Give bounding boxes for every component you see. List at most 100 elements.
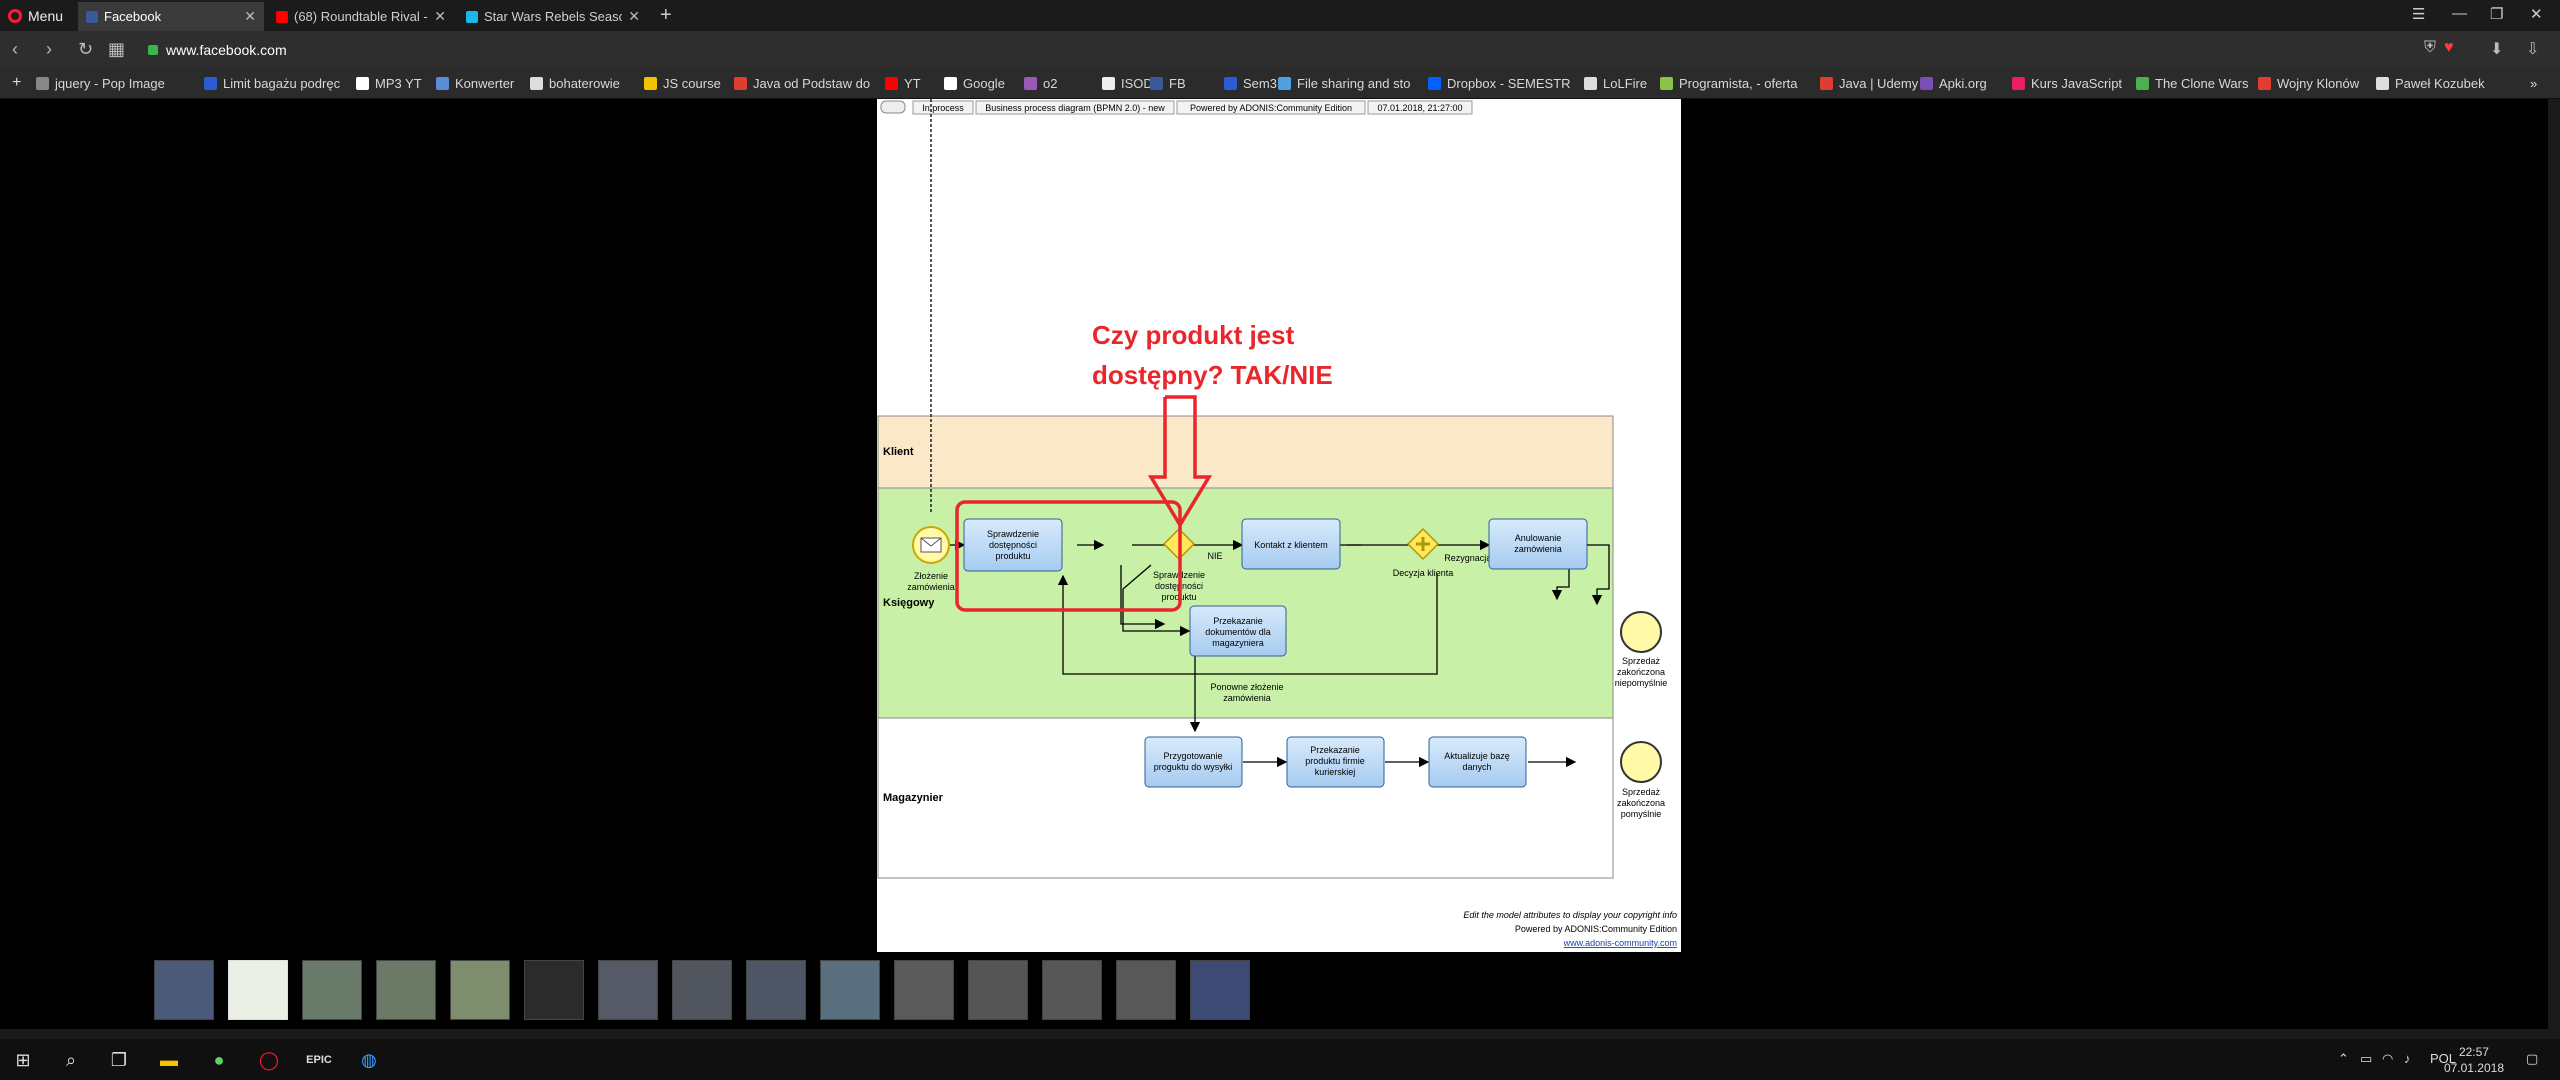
opera-menu-button[interactable]: Menu bbox=[8, 6, 63, 26]
bookmark-item[interactable]: jquery - Pop Image bbox=[36, 74, 165, 92]
new-tab-button[interactable]: + bbox=[660, 4, 672, 27]
bookmark-item[interactable]: ISOD bbox=[1102, 74, 1153, 92]
bookmark-item[interactable]: Konwerter bbox=[436, 74, 514, 92]
horizontal-scrollbar[interactable] bbox=[0, 1029, 2560, 1039]
bookmark-item[interactable]: o2 bbox=[1024, 74, 1057, 92]
bookmark-label: FB bbox=[1169, 75, 1186, 91]
search-icon[interactable]: ⌕ bbox=[58, 1047, 84, 1073]
bookmark-item[interactable]: MP3 YT bbox=[356, 74, 422, 92]
facebook-icon bbox=[86, 10, 98, 23]
svg-text:Sprzedaż: Sprzedaż bbox=[1622, 656, 1661, 666]
bookmark-item[interactable]: Sem3 bbox=[1224, 74, 1277, 92]
speed-dial-icon[interactable]: ▦ bbox=[108, 39, 125, 60]
wifi-icon[interactable]: ◠ bbox=[2382, 1051, 2393, 1067]
thumbnail[interactable] bbox=[524, 960, 584, 1020]
bookmark-item[interactable]: The Clone Wars bbox=[2136, 74, 2248, 92]
menu-label: Menu bbox=[28, 8, 64, 24]
thumbnail[interactable] bbox=[1116, 960, 1176, 1020]
tab-youtube[interactable]: (68) Roundtable Rival - Lin ✕ bbox=[268, 2, 454, 31]
bookmark-item[interactable]: File sharing and sto bbox=[1278, 74, 1410, 92]
bookmarks-more-icon[interactable]: » bbox=[2530, 74, 2537, 92]
bookmark-label: Apki.org bbox=[1939, 75, 1987, 91]
tab-bar: Menu Facebook ✕ (68) Roundtable Rival - … bbox=[0, 0, 2560, 31]
thumbnail[interactable] bbox=[450, 960, 510, 1020]
bookmark-label: bohaterowie bbox=[549, 75, 620, 91]
bookmark-item[interactable]: Wojny Klonów bbox=[2258, 74, 2359, 92]
file-explorer-icon[interactable]: ▬ bbox=[156, 1047, 182, 1073]
thumbnail[interactable] bbox=[302, 960, 362, 1020]
back-icon[interactable]: ‹ bbox=[12, 39, 18, 60]
close-icon[interactable]: ✕ bbox=[244, 8, 256, 25]
thumbnail[interactable] bbox=[1042, 960, 1102, 1020]
tray-arrow-icon[interactable]: ⌃ bbox=[2338, 1051, 2349, 1067]
utorrent-icon[interactable]: ● bbox=[206, 1047, 232, 1073]
bookmark-item[interactable]: Kurs JavaScript bbox=[2012, 74, 2122, 92]
bookmark-label: LoLFire bbox=[1603, 75, 1648, 91]
thumbnail[interactable] bbox=[968, 960, 1028, 1020]
tab-menu-icon[interactable]: ☰ bbox=[2412, 5, 2425, 23]
add-bookmark-button[interactable]: + bbox=[12, 74, 21, 92]
svg-text:zakończona: zakończona bbox=[1617, 667, 1665, 677]
bookmark-item[interactable]: Paweł Kozubek bbox=[2376, 74, 2485, 92]
restore-icon[interactable]: ❐ bbox=[2490, 5, 2503, 23]
bookmark-icon bbox=[356, 76, 369, 90]
task-view-icon[interactable]: ❐ bbox=[106, 1047, 132, 1073]
windows-start-icon[interactable]: ⊞ bbox=[10, 1047, 36, 1073]
bookmark-icon bbox=[2012, 76, 2025, 90]
tab-title: (68) Roundtable Rival - Lin bbox=[294, 9, 428, 24]
thumbnail[interactable] bbox=[672, 960, 732, 1020]
bookmark-item[interactable]: Java | Udemy bbox=[1820, 74, 1918, 92]
task-check-availability: Sprawdzenie dostępności produktu bbox=[963, 518, 1063, 572]
thumbnail[interactable] bbox=[894, 960, 954, 1020]
forward-icon[interactable]: › bbox=[46, 39, 52, 60]
thumbnail[interactable] bbox=[746, 960, 806, 1020]
url-field[interactable]: www.facebook.com bbox=[140, 37, 2370, 63]
network-icon[interactable]: ▭ bbox=[2360, 1051, 2372, 1067]
minimize-icon[interactable]: — bbox=[2452, 5, 2467, 22]
bookmark-icon bbox=[1820, 76, 1833, 90]
bookmark-item[interactable]: Programista, - oferta bbox=[1660, 74, 1798, 92]
thumbnail[interactable] bbox=[1190, 960, 1250, 1020]
bookmark-item[interactable]: Google bbox=[944, 74, 1005, 92]
bookmark-item[interactable]: YT bbox=[885, 74, 921, 92]
opera-taskbar-icon[interactable]: ◯ bbox=[256, 1047, 282, 1073]
clock[interactable]: 22:57 07.01.2018 bbox=[2444, 1044, 2504, 1076]
epic-games-icon[interactable]: EPIC bbox=[306, 1047, 332, 1073]
youtube-icon bbox=[276, 10, 288, 23]
close-icon[interactable]: ✕ bbox=[628, 8, 640, 25]
close-window-icon[interactable]: ✕ bbox=[2530, 5, 2543, 23]
bookmark-item[interactable]: Dropbox - SEMESTR bbox=[1428, 74, 1571, 92]
thumbnail[interactable] bbox=[154, 960, 214, 1020]
tab-facebook[interactable]: Facebook ✕ bbox=[78, 2, 264, 31]
reload-icon[interactable]: ↻ bbox=[78, 39, 93, 60]
heart-icon[interactable]: ♥ bbox=[2444, 39, 2454, 57]
svg-text:NIE: NIE bbox=[1207, 551, 1222, 561]
bookmark-item[interactable]: Limit bagażu podręc bbox=[204, 74, 340, 92]
close-icon[interactable]: ✕ bbox=[434, 8, 446, 25]
bookmark-item[interactable]: bohaterowie bbox=[530, 74, 620, 92]
bookmark-icon bbox=[1428, 76, 1441, 90]
bookmark-item[interactable]: Java od Podstaw do bbox=[734, 74, 870, 92]
volume-icon[interactable]: ♪ bbox=[2404, 1051, 2411, 1066]
tab-dailymotion[interactable]: Star Wars Rebels Season 2 ✕ bbox=[458, 2, 648, 31]
thumbnail[interactable] bbox=[376, 960, 436, 1020]
battlenet-icon[interactable]: ◍ bbox=[356, 1047, 382, 1073]
notifications-icon[interactable]: ▢ bbox=[2526, 1051, 2538, 1067]
reorder-label-2: zamówienia bbox=[1223, 693, 1271, 703]
bookmark-label: Dropbox - SEMESTR bbox=[1447, 75, 1571, 91]
bookmark-item[interactable]: FB bbox=[1150, 74, 1186, 92]
windows-taskbar: ⊞ ⌕ ❐ ▬ ● ◯ EPIC ◍ ⌃ ▭ ◠ ♪ POL 22:57 07.… bbox=[0, 1039, 2560, 1080]
bookmark-icon bbox=[734, 76, 747, 90]
thumbnail[interactable] bbox=[820, 960, 880, 1020]
bookmark-item[interactable]: JS course bbox=[644, 74, 721, 92]
thumbnail[interactable] bbox=[598, 960, 658, 1020]
thumbnail[interactable] bbox=[228, 960, 288, 1020]
svg-text:Aktualizuje bazę: Aktualizuje bazę bbox=[1444, 751, 1510, 761]
downloads-icon[interactable]: ⇩ bbox=[2526, 39, 2539, 59]
bookmark-item[interactable]: LoLFire bbox=[1584, 74, 1647, 92]
download-icon[interactable]: ⬇ bbox=[2490, 39, 2503, 59]
vertical-scrollbar[interactable] bbox=[2548, 99, 2560, 1031]
bookmark-label: MP3 YT bbox=[375, 75, 422, 91]
bookmark-item[interactable]: Apki.org bbox=[1920, 74, 1987, 92]
adblock-icon[interactable]: ⛨ bbox=[2424, 39, 2436, 57]
